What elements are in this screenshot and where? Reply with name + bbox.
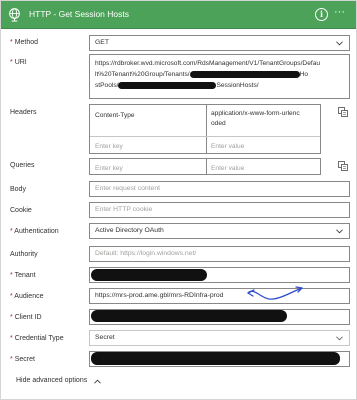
method-select[interactable]: GET bbox=[89, 35, 350, 51]
authority-input[interactable]: Default: https://login.windows.net/ bbox=[89, 246, 350, 262]
chevron-down-icon bbox=[336, 336, 343, 341]
new-header-key-input[interactable]: Enter key bbox=[90, 140, 128, 154]
body-label: Body bbox=[10, 186, 26, 193]
body-input[interactable]: Enter request content bbox=[89, 181, 350, 197]
queries-table: Enter key Enter value bbox=[89, 158, 321, 175]
method-value: GET bbox=[95, 39, 109, 46]
card-title: HTTP - Get Session Hosts bbox=[29, 9, 129, 19]
info-button[interactable]: i bbox=[315, 8, 328, 21]
switch-to-text-mode-icon[interactable] bbox=[338, 161, 348, 171]
cookie-label: Cookie bbox=[10, 207, 32, 214]
cookie-input[interactable]: Enter HTTP cookie bbox=[89, 202, 350, 218]
query-value-input[interactable]: Enter value bbox=[206, 162, 249, 176]
client-id-label: * Client ID bbox=[10, 314, 42, 321]
headers-label: Headers bbox=[10, 109, 37, 116]
new-header-value-input[interactable]: Enter value bbox=[206, 140, 249, 154]
authority-label: Authority bbox=[10, 251, 38, 258]
hide-advanced-options-link[interactable]: Hide advanced options bbox=[16, 377, 87, 384]
switch-to-text-mode-icon[interactable] bbox=[338, 107, 348, 117]
chevron-down-icon bbox=[336, 229, 343, 234]
credential-type-select[interactable]: Secret bbox=[89, 330, 350, 346]
header-key-input[interactable]: Content-Type bbox=[90, 109, 140, 123]
audience-input[interactable]: https://mrs-prod.ame.gbl/mrs-RDInfra-pro… bbox=[89, 288, 350, 304]
credential-type-value: Secret bbox=[95, 334, 115, 341]
chevron-up-icon[interactable] bbox=[94, 378, 101, 385]
redacted-text bbox=[118, 81, 217, 89]
chevron-down-icon bbox=[336, 41, 343, 46]
credential-type-label: * Credential Type bbox=[10, 335, 64, 342]
queries-label: Queries bbox=[10, 162, 35, 169]
redacted-text bbox=[91, 310, 287, 322]
more-options-button[interactable]: ··· bbox=[334, 6, 345, 18]
uri-label: * URI bbox=[10, 59, 27, 66]
method-label: * Method bbox=[10, 39, 39, 46]
globe-icon bbox=[9, 8, 20, 22]
audience-label: * Audience bbox=[10, 293, 44, 300]
uri-input[interactable]: https://rdbroker.wvd.microsoft.com/RdsMa… bbox=[89, 54, 350, 99]
uri-line-2: lt%20Tenant%20Group/Tenants/Ho bbox=[95, 70, 309, 78]
secret-label: * Secret bbox=[10, 356, 35, 363]
card-header[interactable]: HTTP - Get Session Hosts i ··· bbox=[1, 1, 356, 29]
redacted-text bbox=[91, 352, 340, 365]
redacted-text bbox=[91, 269, 207, 281]
redacted-text bbox=[189, 70, 300, 78]
authentication-value: Active Directory OAuth bbox=[95, 227, 164, 234]
uri-line-1: https://rdbroker.wvd.microsoft.com/RdsMa… bbox=[95, 60, 321, 67]
annotation-arrow-icon bbox=[247, 286, 303, 300]
headers-table: Content-Type application/x-www-form-urle… bbox=[89, 104, 321, 154]
authentication-label: * Authentication bbox=[10, 228, 59, 235]
header-value-input[interactable]: application/x-www-form-urlenc oded bbox=[206, 107, 305, 131]
tenant-label: * Tenant bbox=[10, 272, 36, 279]
http-action-card: HTTP - Get Session Hosts i ··· * Method … bbox=[0, 0, 357, 400]
authentication-select[interactable]: Active Directory OAuth bbox=[89, 223, 350, 239]
query-key-input[interactable]: Enter key bbox=[90, 162, 128, 176]
uri-line-3: stPools/SessionHosts/ bbox=[95, 81, 259, 89]
